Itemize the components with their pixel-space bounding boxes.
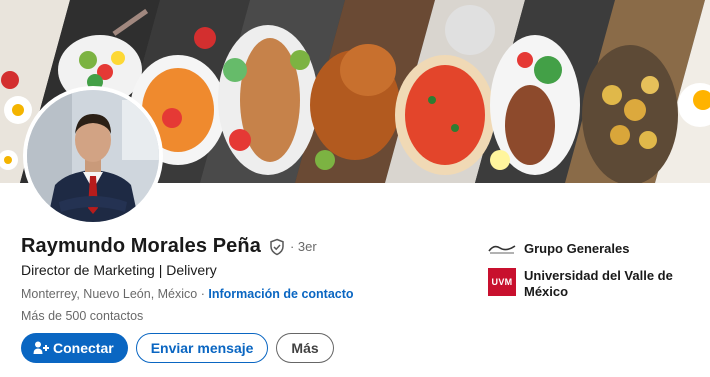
experience-education-summary: Grupo Generales UVM Universidad del Vall… (488, 238, 688, 308)
uvm-logo-text: UVM (491, 277, 513, 287)
profile-name-row: Raymundo Morales Peña · 3er (21, 235, 317, 258)
profile-name: Raymundo Morales Peña (21, 235, 261, 257)
education-item[interactable]: UVM Universidad del Valle de México (488, 268, 688, 300)
avatar (27, 90, 159, 222)
company-logo (488, 240, 516, 258)
school-name: Universidad del Valle de México (524, 268, 673, 299)
current-company-item[interactable]: Grupo Generales (488, 238, 688, 260)
uvm-logo: UVM (488, 268, 516, 296)
profile-actions: Conectar Enviar mensaje Más (21, 333, 334, 363)
more-button[interactable]: Más (276, 333, 334, 363)
separator-dot: · (200, 287, 205, 301)
connection-degree: · 3er (289, 239, 317, 254)
profile-photo[interactable] (23, 86, 163, 226)
connect-label: Conectar (53, 340, 114, 356)
add-person-icon (33, 341, 49, 354)
person-photo-icon (27, 90, 159, 222)
location-row: Monterrey, Nuevo León, México · Informac… (21, 287, 354, 301)
verified-shield-icon[interactable] (268, 238, 286, 256)
connect-button[interactable]: Conectar (21, 333, 128, 363)
profile-location: Monterrey, Nuevo León, México (21, 287, 198, 301)
contact-info-link[interactable]: Información de contacto (208, 287, 353, 301)
company-name: Grupo Generales (524, 241, 630, 256)
send-message-button[interactable]: Enviar mensaje (135, 333, 269, 363)
profile-headline: Director de Marketing | Delivery (21, 262, 217, 278)
connections-count: Más de 500 contactos (21, 309, 144, 323)
